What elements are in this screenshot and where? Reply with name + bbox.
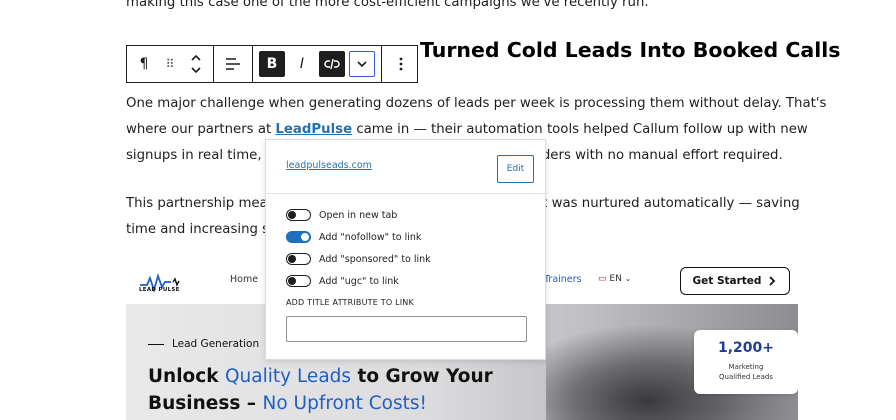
- align-left-icon[interactable]: [220, 51, 246, 77]
- site-nav-language: ▭ EN ⌄: [598, 274, 631, 284]
- link-url[interactable]: leadpulseads.com: [286, 160, 372, 171]
- chevron-right-icon: [769, 276, 776, 286]
- option-label: Open in new tab: [319, 209, 398, 221]
- option-label: Add "nofollow" to link: [319, 231, 422, 243]
- link-settings-popover: leadpulseads.com Edit Open in new tab Ad…: [265, 139, 546, 360]
- unlink-button[interactable]: [319, 51, 345, 77]
- paragraph-text: This partnership mean: [126, 196, 277, 211]
- get-started-button: Get Started: [680, 267, 790, 295]
- option-ugc[interactable]: Add "ugc" to link: [286, 275, 399, 287]
- site-nav-trainers: Trainers: [544, 274, 582, 285]
- format-group: B I: [253, 46, 382, 82]
- title-attribute-label: ADD TITLE ATTRIBUTE TO LINK: [286, 298, 414, 307]
- paragraph-text: inders with no manual effort required.: [529, 148, 783, 163]
- stat-card: 1,200+ Marketing Qualified Leads: [694, 330, 798, 394]
- chevron-down-icon: [357, 61, 367, 68]
- paragraph-text: where our partners at: [126, 122, 276, 137]
- option-open-new-tab[interactable]: Open in new tab: [286, 209, 397, 221]
- paragraph-text: came in — their automation tools helped …: [352, 122, 808, 137]
- hero-eyebrow: Lead Generation: [148, 338, 259, 350]
- toggle-switch[interactable]: [286, 209, 311, 221]
- bold-button[interactable]: B: [259, 51, 285, 77]
- drag-handle-icon[interactable]: ⠿: [157, 51, 183, 77]
- lead-pulse-logo-icon: [140, 273, 180, 294]
- us-flag-icon: ▭: [598, 274, 607, 284]
- paragraph-text: t was nurtured automatically — saving: [542, 196, 800, 211]
- paragraph-line: time and increasing sh: [126, 222, 278, 237]
- block-toolbar: ¶ ⠿ B I: [126, 45, 418, 83]
- block-controls-group: ¶ ⠿: [127, 46, 214, 82]
- title-attribute-input[interactable]: [286, 316, 527, 342]
- section-heading[interactable]: Turned Cold Leads Into Booked Calls: [420, 38, 841, 62]
- logo-text: LEAD PULSE: [139, 287, 180, 293]
- cta-label: Get Started: [692, 275, 762, 287]
- hero-headline-line1: Unlock Quality Leads to Grow Your: [148, 366, 493, 387]
- paragraph-block-icon[interactable]: ¶: [131, 51, 157, 77]
- move-up-down-icon[interactable]: [183, 51, 209, 77]
- paragraph-previous-line: making this case one of the more cost-ef…: [126, 0, 649, 10]
- option-sponsored[interactable]: Add "sponsored" to link: [286, 253, 431, 265]
- edit-link-button[interactable]: Edit: [497, 155, 534, 183]
- hero-headline-line2: Business – No Upfront Costs!: [148, 393, 427, 414]
- unlink-icon: [324, 58, 340, 70]
- divider: [266, 193, 545, 194]
- site-nav-home: Home: [230, 274, 259, 285]
- option-label: Add "ugc" to link: [319, 275, 399, 287]
- stat-label: Marketing: [728, 363, 764, 371]
- italic-button[interactable]: I: [289, 51, 315, 77]
- toggle-switch[interactable]: [286, 275, 311, 287]
- more-options-icon[interactable]: [388, 51, 414, 77]
- leadpulse-link[interactable]: LeadPulse: [275, 122, 352, 137]
- option-nofollow[interactable]: Add "nofollow" to link: [286, 231, 421, 243]
- paragraph-text: signups in real time, m: [126, 148, 279, 163]
- toggle-switch[interactable]: [286, 231, 311, 243]
- option-label: Add "sponsored" to link: [319, 253, 431, 265]
- options-group: [382, 46, 420, 82]
- paragraph-line: One major challenge when generating doze…: [126, 96, 827, 111]
- align-group: [214, 46, 253, 82]
- toggle-switch[interactable]: [286, 253, 311, 265]
- language-label: EN: [609, 274, 622, 284]
- stat-label: Qualified Leads: [719, 373, 773, 381]
- stat-value: 1,200+: [717, 340, 774, 356]
- chevron-down-icon: ⌄: [624, 274, 632, 283]
- more-format-dropdown[interactable]: [349, 51, 375, 77]
